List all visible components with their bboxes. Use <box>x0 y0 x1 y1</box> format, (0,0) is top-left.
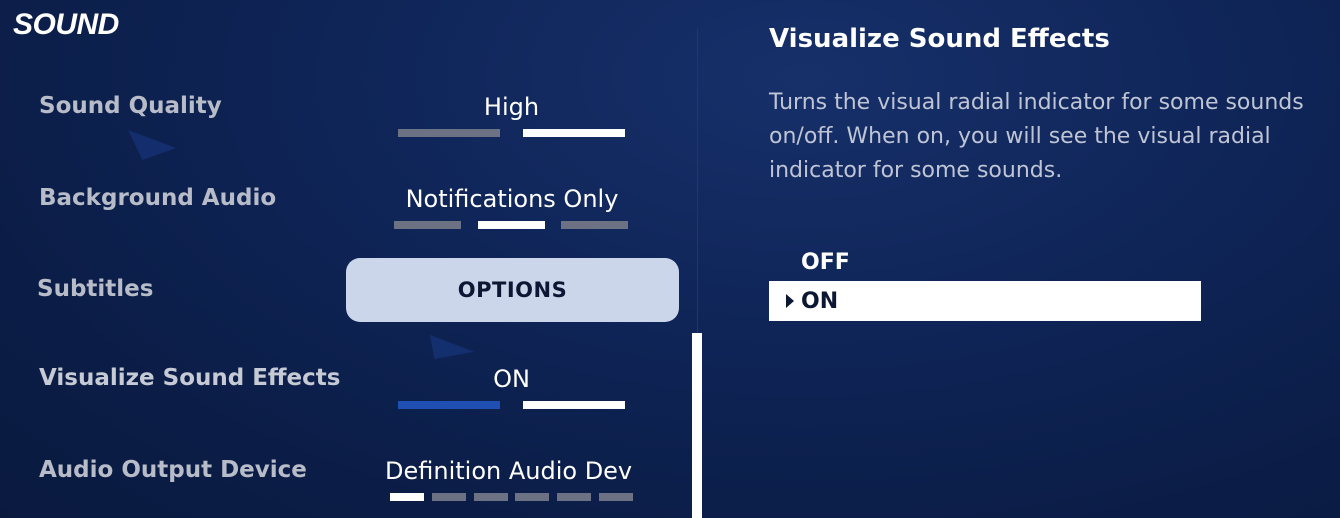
setting-value: High <box>483 93 540 121</box>
option-off[interactable]: OFF <box>769 242 1201 282</box>
value-segment-selected[interactable] <box>523 401 625 409</box>
setting-label: Background Audio <box>39 185 277 211</box>
value-segment-selected[interactable] <box>390 493 424 501</box>
setting-row-sound-quality[interactable]: Sound Quality High <box>0 80 690 150</box>
page-title: SOUND <box>13 8 119 41</box>
setting-value: ON <box>493 365 530 393</box>
setting-row-visualize-sound-effects[interactable]: Visualize Sound Effects ON <box>0 352 690 422</box>
value-segment[interactable] <box>398 401 500 409</box>
option-label: ON <box>801 288 839 314</box>
option-on-selected[interactable]: ON <box>769 281 1201 321</box>
value-segment[interactable] <box>515 493 549 501</box>
detail-description: Turns the visual radial indicator for so… <box>769 90 1304 183</box>
option-label: OFF <box>801 249 850 275</box>
value-segment[interactable] <box>599 493 633 501</box>
value-segment[interactable] <box>394 221 461 229</box>
setting-row-background-audio[interactable]: Background Audio Notifications Only <box>0 172 690 242</box>
value-segment[interactable] <box>432 493 466 501</box>
value-segment-selected[interactable] <box>478 221 545 229</box>
value-segment-selected[interactable] <box>523 129 625 137</box>
setting-label-subtitles: Subtitles <box>37 276 154 302</box>
options-button-label: OPTIONS <box>457 278 568 302</box>
value-segment[interactable] <box>557 493 591 501</box>
subtitles-options-button[interactable]: OPTIONS <box>346 258 679 322</box>
setting-label: Audio Output Device <box>39 457 307 483</box>
setting-row-audio-output-device[interactable]: Audio Output Device Definition Audio Dev <box>0 444 690 518</box>
detail-title: Visualize Sound Effects <box>769 24 1110 54</box>
value-segment[interactable] <box>561 221 628 229</box>
caret-right-icon <box>786 294 794 308</box>
scrollbar-thumb[interactable] <box>692 333 702 518</box>
setting-value: Definition Audio Dev <box>385 457 633 485</box>
value-segment[interactable] <box>398 129 500 137</box>
setting-value: Notifications Only <box>405 185 619 213</box>
value-segment[interactable] <box>474 493 508 501</box>
setting-label: Visualize Sound Effects <box>39 365 341 391</box>
setting-label: Sound Quality <box>39 93 222 119</box>
setting-value-clip: Definition Audio Dev <box>385 457 638 489</box>
